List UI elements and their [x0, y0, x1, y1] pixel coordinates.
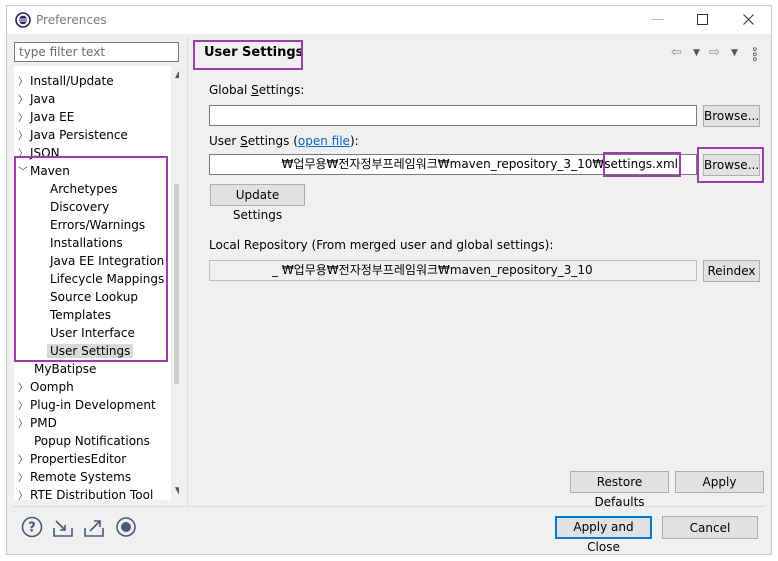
forward-arrow-icon[interactable]: ⇨	[709, 45, 720, 60]
eclipse-app-icon	[15, 12, 31, 28]
tree-item-install-update[interactable]: 〉 Install/Update	[16, 72, 114, 90]
tree-item-oomph[interactable]: 〉 Oomph	[16, 378, 74, 396]
tree-item-java-persistence[interactable]: 〉 Java Persistence	[16, 126, 128, 144]
tree-item-templates[interactable]: Templates	[50, 306, 111, 324]
preferences-window: Preferences — 〉Install/Update 〉Java 〉Jav…	[6, 5, 772, 555]
footer-separator	[13, 506, 765, 507]
tree-item-java[interactable]: 〉 Java	[16, 90, 55, 108]
maximize-button[interactable]	[691, 10, 713, 30]
close-icon	[742, 14, 754, 25]
global-browse-button[interactable]: Browse...	[703, 105, 760, 127]
tree-item-source-lookup[interactable]: Source Lookup	[50, 288, 138, 306]
apply-button[interactable]: Apply	[675, 471, 764, 493]
global-settings-label: Global Settings:	[209, 83, 305, 97]
scroll-up-icon[interactable]: ▲	[173, 70, 179, 80]
preference-tree: 〉 Install/Update 〉 Java 〉 Java EE 〉 Java Per…	[14, 66, 179, 500]
tree-item-rte-distribution-tool[interactable]: 〉 RTE Distribution Tool	[16, 486, 153, 500]
tree-item-lifecycle-mappings[interactable]: Lifecycle Mappings	[50, 270, 164, 288]
window-title: Preferences	[36, 13, 107, 27]
chevron-right-icon[interactable]: 〉	[16, 488, 30, 500]
pane-splitter[interactable]	[187, 36, 188, 506]
reindex-button[interactable]: Reindex	[703, 260, 760, 282]
scrollbar-thumb[interactable]	[174, 184, 179, 384]
maximize-icon	[696, 14, 708, 25]
tree-item-errors-warnings[interactable]: Errors/Warnings	[50, 216, 145, 234]
tree-item-remote-systems[interactable]: 〉 Remote Systems	[16, 468, 131, 486]
filter-input[interactable]	[14, 42, 179, 62]
page-title: User Settings	[204, 45, 304, 60]
chevron-right-icon[interactable]: 〉	[16, 416, 30, 434]
scroll-down-icon[interactable]: ▼	[173, 486, 179, 496]
forward-dropdown-icon[interactable]: ▼	[731, 48, 738, 58]
update-settings-button[interactable]: Update Settings	[210, 184, 305, 222]
tree-item-mybatipse[interactable]: MyBatipse	[34, 360, 96, 378]
record-icon[interactable]	[115, 516, 137, 538]
tree-item-user-interface[interactable]: User Interface	[50, 324, 135, 342]
tree-item-archetypes[interactable]: Archetypes	[50, 180, 118, 198]
view-menu-icon[interactable]: ∘ ∘ ∘	[751, 43, 759, 65]
user-settings-label: User Settings (open file):	[209, 134, 359, 148]
open-file-link[interactable]: open file	[298, 134, 350, 148]
tree-item-pmd[interactable]: 〉 PMD	[16, 414, 57, 432]
minimize-button[interactable]: —	[647, 10, 669, 30]
back-dropdown-icon[interactable]: ▼	[693, 48, 700, 58]
tree-item-installations[interactable]: Installations	[50, 234, 123, 252]
user-settings-field[interactable]: ₩업무용₩전자정부프레임워크₩maven_repository_3_10₩set…	[209, 154, 697, 175]
local-repository-field: _ ₩업무용₩전자정부프레임워크₩maven_repository_3_10	[209, 260, 697, 281]
restore-defaults-button[interactable]: Restore Defaults	[570, 471, 669, 509]
tree-item-java-ee[interactable]: 〉 Java EE	[16, 108, 74, 126]
apply-and-close-button[interactable]: Apply and Close	[555, 516, 652, 554]
help-icon[interactable]: ?	[21, 516, 43, 538]
svg-text:?: ?	[28, 521, 36, 536]
user-browse-button[interactable]: Browse...	[703, 154, 760, 176]
tree-item-maven[interactable]: ﹀ Maven	[16, 162, 70, 180]
tree-item-propertieseditor[interactable]: 〉 PropertiesEditor	[16, 450, 126, 468]
global-settings-field[interactable]	[209, 105, 697, 126]
cancel-button[interactable]: Cancel	[662, 516, 758, 539]
tree-scrollbar[interactable]: ▲ ▼	[171, 66, 179, 500]
tree-item-user-settings[interactable]: User Settings	[47, 342, 134, 360]
title-bar: Preferences —	[7, 6, 771, 34]
local-repository-label: Local Repository (From merged user and g…	[209, 238, 554, 252]
tree-item-json[interactable]: 〉 JSON	[16, 144, 60, 162]
chevron-down-icon[interactable]: ﹀	[16, 164, 30, 182]
export-icon[interactable]	[83, 516, 105, 538]
tree-item-discovery[interactable]: Discovery	[50, 198, 109, 216]
import-icon[interactable]	[52, 516, 74, 538]
tree-item-plug-in-development[interactable]: 〉 Plug-in Development	[16, 396, 156, 414]
close-button[interactable]	[737, 10, 759, 30]
tree-item-popup-notifications[interactable]: Popup Notifications	[34, 432, 150, 450]
tree-item-java-ee-integration[interactable]: Java EE Integration	[50, 252, 164, 270]
back-arrow-icon[interactable]: ⇦	[671, 45, 682, 60]
